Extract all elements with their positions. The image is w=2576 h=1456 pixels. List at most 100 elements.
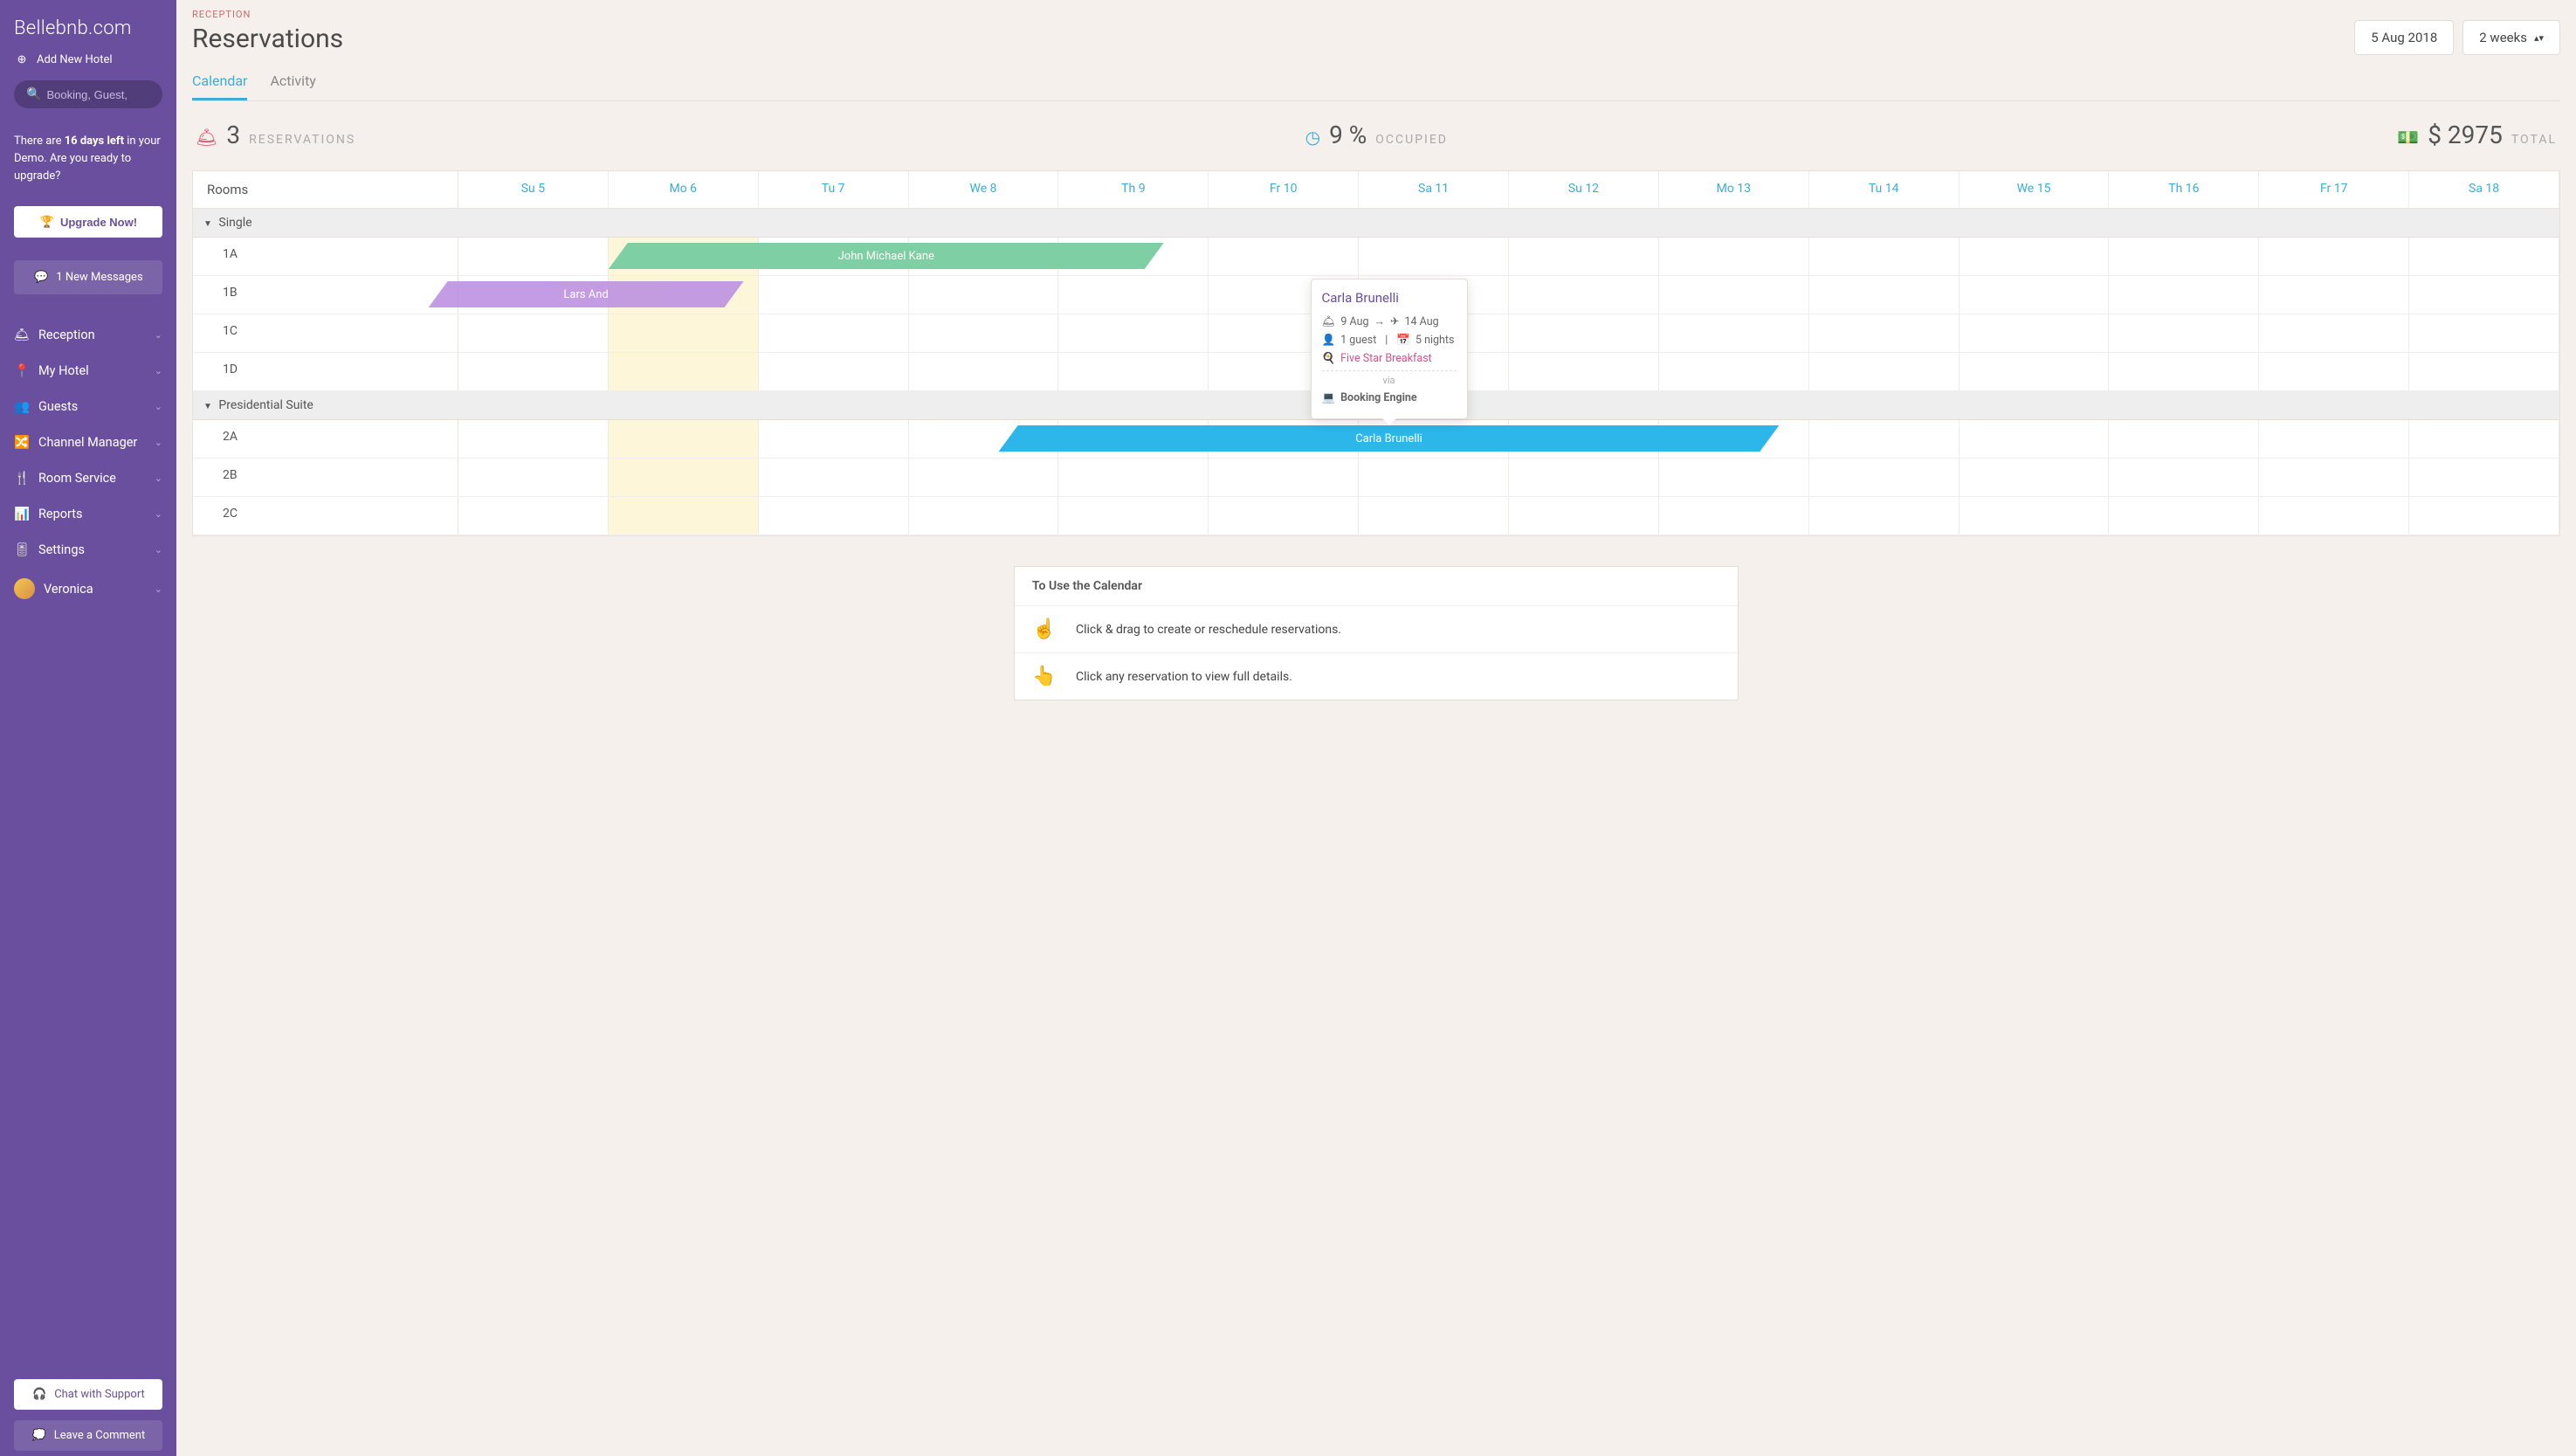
calendar-cell[interactable]	[458, 314, 609, 352]
calendar-cell[interactable]	[2409, 353, 2559, 390]
search-input-wrap[interactable]: 🔍	[14, 80, 162, 108]
calendar-cell[interactable]	[1809, 420, 1960, 458]
calendar-cell[interactable]	[1960, 276, 2110, 314]
nav-channel-manager[interactable]: 🔀 Channel Manager ⌄	[0, 424, 176, 460]
calendar-cell[interactable]	[1659, 497, 1809, 535]
calendar-cell[interactable]	[759, 353, 909, 390]
upgrade-button[interactable]: 🏆 Upgrade Now!	[14, 206, 162, 238]
calendar-cell[interactable]	[1960, 459, 2110, 496]
calendar-cell[interactable]	[609, 353, 759, 390]
day-header[interactable]: Tu 7	[759, 171, 909, 208]
calendar-cell[interactable]	[759, 276, 909, 314]
room-group-header[interactable]: ▼ Single	[193, 209, 2559, 238]
day-header[interactable]: Sa 18	[2409, 171, 2559, 208]
calendar-cell[interactable]	[2259, 459, 2409, 496]
calendar-cell[interactable]	[1809, 353, 1960, 390]
calendar-cell[interactable]	[759, 459, 909, 496]
calendar-cell[interactable]	[1659, 238, 1809, 275]
calendar-cell[interactable]	[1960, 353, 2110, 390]
day-header[interactable]: Sa 11	[1359, 171, 1509, 208]
leave-comment-button[interactable]: 💭 Leave a Comment	[14, 1420, 162, 1451]
room-slots[interactable]	[458, 353, 2559, 390]
day-header[interactable]: We 15	[1960, 171, 2110, 208]
day-header[interactable]: Su 12	[1509, 171, 1659, 208]
reservation-bar[interactable]: Carla Brunelli	[999, 425, 1780, 452]
calendar-cell[interactable]	[1058, 459, 1209, 496]
calendar-cell[interactable]	[609, 497, 759, 535]
calendar-cell[interactable]	[2259, 353, 2409, 390]
calendar-cell[interactable]	[458, 497, 609, 535]
add-hotel-link[interactable]: ⊕ Add New Hotel	[0, 52, 176, 77]
calendar-cell[interactable]	[458, 238, 609, 275]
day-header[interactable]: We 8	[909, 171, 1059, 208]
calendar-cell[interactable]	[2109, 353, 2259, 390]
room-slots[interactable]	[458, 314, 2559, 352]
calendar-cell[interactable]	[1509, 459, 1659, 496]
calendar-cell[interactable]	[609, 420, 759, 458]
calendar-cell[interactable]	[2259, 238, 2409, 275]
day-header[interactable]: Th 16	[2109, 171, 2259, 208]
calendar-cell[interactable]	[1809, 459, 1960, 496]
calendar-cell[interactable]	[609, 314, 759, 352]
calendar-cell[interactable]	[759, 420, 909, 458]
calendar-cell[interactable]	[1509, 238, 1659, 275]
range-picker[interactable]: 2 weeks ▴▾	[2462, 20, 2560, 55]
nav-reports[interactable]: 📊 Reports ⌄	[0, 496, 176, 532]
day-header[interactable]: Mo 13	[1659, 171, 1809, 208]
day-header[interactable]: Tu 14	[1809, 171, 1960, 208]
tab-calendar[interactable]: Calendar	[192, 72, 247, 100]
day-header[interactable]: Fr 17	[2259, 171, 2409, 208]
calendar-cell[interactable]	[2409, 276, 2559, 314]
calendar-cell[interactable]	[2409, 420, 2559, 458]
day-header[interactable]: Su 5	[458, 171, 609, 208]
calendar-cell[interactable]	[1659, 314, 1809, 352]
day-header[interactable]: Th 9	[1058, 171, 1209, 208]
calendar-cell[interactable]	[1359, 459, 1509, 496]
calendar-cell[interactable]	[2109, 276, 2259, 314]
room-slots[interactable]	[458, 497, 2559, 535]
calendar-cell[interactable]	[1809, 314, 1960, 352]
room-slots[interactable]: Carla BrunelliCarla Brunelli🛎9 Aug→✈14 A…	[458, 420, 2559, 458]
calendar-cell[interactable]	[458, 420, 609, 458]
calendar-cell[interactable]	[2109, 238, 2259, 275]
nav-reception[interactable]: 🛎 Reception ⌄	[0, 317, 176, 353]
calendar-cell[interactable]	[2409, 497, 2559, 535]
calendar-cell[interactable]	[1960, 238, 2110, 275]
tab-activity[interactable]: Activity	[270, 72, 315, 100]
day-header[interactable]: Mo 6	[609, 171, 759, 208]
calendar-cell[interactable]	[2259, 276, 2409, 314]
room-slots[interactable]: John Michael Kane	[458, 238, 2559, 275]
nav-guests[interactable]: 👥 Guests ⌄	[0, 389, 176, 424]
calendar-cell[interactable]	[2109, 459, 2259, 496]
calendar-cell[interactable]	[1960, 420, 2110, 458]
calendar-cell[interactable]	[1960, 314, 2110, 352]
room-slots[interactable]: Lars And	[458, 276, 2559, 314]
room-slots[interactable]	[458, 459, 2559, 496]
calendar-cell[interactable]	[458, 459, 609, 496]
calendar-cell[interactable]	[1209, 459, 1359, 496]
calendar-cell[interactable]	[759, 497, 909, 535]
calendar-cell[interactable]	[909, 459, 1059, 496]
calendar-cell[interactable]	[2409, 238, 2559, 275]
calendar-cell[interactable]	[1209, 497, 1359, 535]
calendar-cell[interactable]	[1058, 353, 1209, 390]
reservation-bar[interactable]: John Michael Kane	[609, 243, 1164, 269]
calendar-cell[interactable]	[909, 353, 1059, 390]
calendar-cell[interactable]	[1659, 353, 1809, 390]
calendar-cell[interactable]	[1058, 276, 1209, 314]
calendar-cell[interactable]	[1509, 276, 1659, 314]
calendar-cell[interactable]	[2109, 420, 2259, 458]
nav-room-service[interactable]: 🍴 Room Service ⌄	[0, 460, 176, 496]
day-header[interactable]: Fr 10	[1209, 171, 1359, 208]
calendar-cell[interactable]	[1809, 276, 1960, 314]
calendar-cell[interactable]	[1058, 314, 1209, 352]
calendar-cell[interactable]	[1209, 238, 1359, 275]
calendar-cell[interactable]	[1058, 497, 1209, 535]
calendar-cell[interactable]	[909, 497, 1059, 535]
nav-settings[interactable]: 🎚 Settings ⌄	[0, 532, 176, 568]
calendar-cell[interactable]	[2259, 497, 2409, 535]
calendar-cell[interactable]	[2409, 314, 2559, 352]
search-input[interactable]	[46, 88, 150, 101]
calendar-cell[interactable]	[1359, 238, 1509, 275]
calendar-cell[interactable]	[1359, 497, 1509, 535]
